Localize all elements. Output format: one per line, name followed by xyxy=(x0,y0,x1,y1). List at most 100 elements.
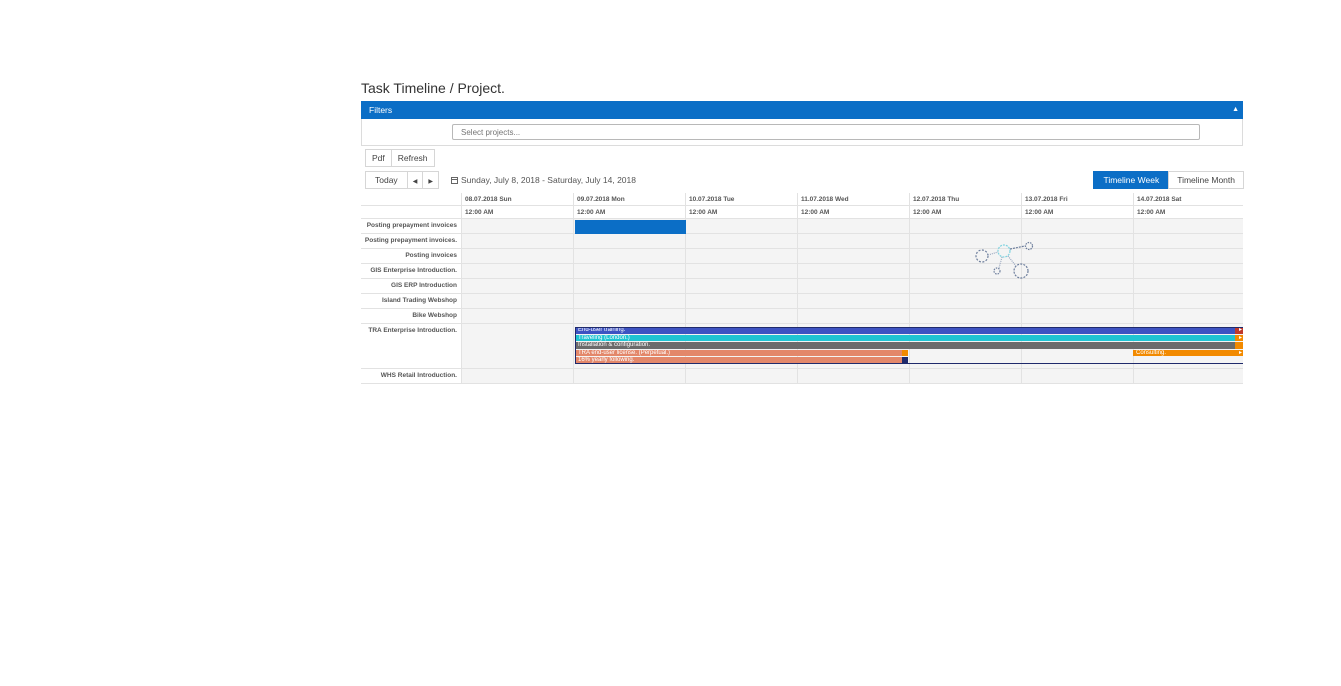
timeline-cell[interactable] xyxy=(686,369,798,383)
timeline-cell[interactable] xyxy=(798,219,910,233)
timeline-cell[interactable] xyxy=(910,309,1022,323)
timeline-cell[interactable] xyxy=(574,369,686,383)
event-bar[interactable]: Installation & configuration. xyxy=(575,342,1235,349)
timeline-cell[interactable] xyxy=(462,309,574,323)
event-bar[interactable]: TRA end-user license. (Perpetual.) xyxy=(575,349,902,356)
resource-label: Posting prepayment invoices. xyxy=(361,234,462,248)
event-bar[interactable]: 16% yearly following. xyxy=(575,357,902,364)
timeline-cell[interactable] xyxy=(462,249,574,263)
timeline-month-button[interactable]: Timeline Month xyxy=(1168,171,1244,189)
date-range-display[interactable]: Sunday, July 8, 2018 - Saturday, July 14… xyxy=(451,171,636,189)
date-header-cell: 13.07.2018 Fri xyxy=(1022,193,1134,206)
timeline-cell[interactable] xyxy=(1134,249,1243,263)
resource-label: GIS Enterprise Introduction. xyxy=(361,264,462,278)
caret-left-icon: ◀ xyxy=(412,179,418,185)
timeline-cell[interactable] xyxy=(1022,234,1134,248)
filters-panel-body xyxy=(361,119,1243,146)
export-toolbar: Pdf Refresh xyxy=(365,149,435,167)
timeline-cell[interactable] xyxy=(1134,234,1243,248)
timeline-cell[interactable] xyxy=(574,234,686,248)
resource-label: Bike Webshop xyxy=(361,309,462,323)
resource-row: GIS Enterprise Introduction. xyxy=(361,264,1243,279)
date-header-row: 08.07.2018 Sun 09.07.2018 Mon 10.07.2018… xyxy=(361,193,1243,206)
header-corner xyxy=(361,206,462,219)
date-header-cell: 14.07.2018 Sat xyxy=(1134,193,1243,206)
timeline-cell[interactable] xyxy=(1134,264,1243,278)
timeline-cell[interactable] xyxy=(574,309,686,323)
event-bar[interactable]: Traveling (London.) xyxy=(575,334,1235,341)
today-button[interactable]: Today xyxy=(365,171,408,189)
timeline-cell[interactable] xyxy=(462,279,574,293)
timeline-cell[interactable] xyxy=(686,309,798,323)
timeline-cell[interactable] xyxy=(1022,264,1134,278)
event-bar[interactable]: End-user training. xyxy=(575,327,1235,334)
timeline-cell[interactable] xyxy=(1134,279,1243,293)
calendar-icon xyxy=(451,177,458,184)
timeline-cell[interactable] xyxy=(1134,294,1243,308)
timeline-week-button[interactable]: Timeline Week xyxy=(1093,171,1170,189)
resource-row: Posting prepayment invoices. xyxy=(361,234,1243,249)
timeline-cell[interactable] xyxy=(1134,309,1243,323)
timeline-cell[interactable] xyxy=(462,219,574,233)
timeline-cell[interactable] xyxy=(798,369,910,383)
header-corner xyxy=(361,193,462,206)
timeline-cell[interactable] xyxy=(686,249,798,263)
timeline-cell[interactable] xyxy=(798,309,910,323)
resource-label: Posting invoices xyxy=(361,249,462,263)
resource-row: WHS Retail Introduction. xyxy=(361,369,1243,384)
date-header-cell: 09.07.2018 Mon xyxy=(574,193,686,206)
timeline-cell[interactable] xyxy=(798,264,910,278)
date-navigation: Today ◀ ▶ xyxy=(365,171,439,189)
timeline-cell[interactable] xyxy=(798,249,910,263)
event-endcap: ▸ xyxy=(1235,334,1243,341)
timeline-cell[interactable] xyxy=(462,264,574,278)
timeline-cell[interactable] xyxy=(1022,309,1134,323)
timeline-cell[interactable] xyxy=(686,264,798,278)
timeline-cell[interactable] xyxy=(910,369,1022,383)
timeline-cell[interactable] xyxy=(462,369,574,383)
page-container: Task Timeline / Project. Filters ▲ Pdf R… xyxy=(361,78,1244,189)
arrow-right-icon: ▸ xyxy=(1238,327,1242,333)
time-header-cell: 12:00 AM xyxy=(1134,206,1243,219)
caret-up-icon[interactable]: ▲ xyxy=(1232,101,1239,119)
pdf-button[interactable]: Pdf xyxy=(365,149,392,167)
timeline-cell[interactable] xyxy=(686,294,798,308)
timeline-cell[interactable] xyxy=(462,234,574,248)
timeline-cell[interactable] xyxy=(574,249,686,263)
event-endcap xyxy=(902,349,908,356)
resource-row: Island Trading Webshop xyxy=(361,294,1243,309)
filters-label: Filters xyxy=(369,105,393,115)
date-header-cell: 08.07.2018 Sun xyxy=(462,193,574,206)
timeline-cell[interactable] xyxy=(798,294,910,308)
time-header-cell: 12:00 AM xyxy=(462,206,574,219)
timeline-cell[interactable] xyxy=(1022,249,1134,263)
timeline-cell[interactable] xyxy=(574,294,686,308)
arrow-right-icon: ▸ xyxy=(1238,349,1242,356)
event-bar[interactable]: Consulting. xyxy=(1133,349,1235,356)
resource-label: Island Trading Webshop xyxy=(361,294,462,308)
next-button[interactable]: ▶ xyxy=(422,171,439,189)
timeline-cell[interactable] xyxy=(1022,369,1134,383)
timeline-cell[interactable] xyxy=(462,294,574,308)
timeline-cell[interactable] xyxy=(574,264,686,278)
timeline-cell[interactable] xyxy=(1022,219,1134,233)
time-header-cell: 12:00 AM xyxy=(910,206,1022,219)
timeline-cell[interactable] xyxy=(574,279,686,293)
timeline-cell[interactable] xyxy=(462,324,574,368)
timeline-cell[interactable] xyxy=(1134,369,1243,383)
timeline-cell[interactable] xyxy=(1022,294,1134,308)
timeline-cell[interactable] xyxy=(1134,219,1243,233)
timeline-cell[interactable] xyxy=(910,219,1022,233)
timeline-cell[interactable] xyxy=(798,234,910,248)
timeline-cell[interactable] xyxy=(686,219,798,233)
project-select-input[interactable] xyxy=(452,124,1200,140)
timeline-cell[interactable] xyxy=(686,234,798,248)
event-bar[interactable] xyxy=(575,220,686,234)
prev-button[interactable]: ◀ xyxy=(406,171,424,189)
timeline-cell[interactable] xyxy=(1022,279,1134,293)
timeline-cell[interactable] xyxy=(798,279,910,293)
refresh-button[interactable]: Refresh xyxy=(390,149,435,167)
timeline-cell[interactable] xyxy=(686,279,798,293)
timeline-cell[interactable] xyxy=(910,294,1022,308)
filters-panel-header[interactable]: Filters ▲ xyxy=(361,101,1243,119)
